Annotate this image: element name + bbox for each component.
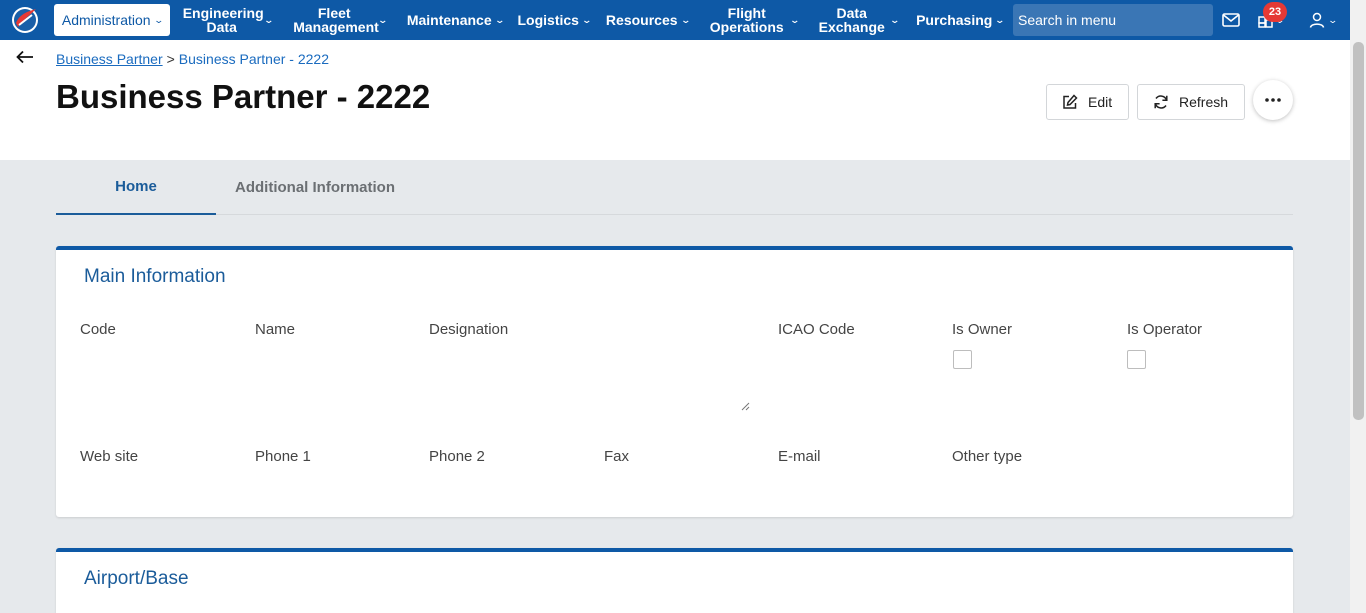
nav-purchasing[interactable]: Purchasing ⌄ xyxy=(915,0,1005,40)
nav-label: Engineering Data xyxy=(182,5,264,35)
field-label-icao-code: ICAO Code xyxy=(778,321,855,338)
user-icon[interactable]: ⌄ xyxy=(1306,8,1340,32)
back-arrow-icon[interactable] xyxy=(16,50,40,70)
more-options-icon[interactable] xyxy=(1253,80,1293,120)
field-label-other-type: Other type xyxy=(952,448,1023,465)
chevron-down-icon: ⌄ xyxy=(494,15,505,25)
chevron-down-icon: ⌄ xyxy=(789,15,800,25)
scrollbar-thumb[interactable] xyxy=(1353,42,1364,420)
page-title: Business Partner - 2222 xyxy=(56,78,431,115)
chevron-down-icon: ⌄ xyxy=(680,15,691,25)
edit-icon xyxy=(1063,94,1078,109)
nav-label: Resources xyxy=(605,12,678,28)
field-label-is-operator: Is Operator xyxy=(1127,321,1203,338)
chevron-down-icon: ⌄ xyxy=(377,15,389,25)
nav-label: Logistics xyxy=(517,12,579,28)
mail-icon[interactable] xyxy=(1219,8,1243,32)
field-label-name: Name xyxy=(255,321,296,338)
nav-label: Fleet Management xyxy=(293,5,379,35)
tab-bar: Home Additional Information xyxy=(56,160,1293,215)
page-header: Business Partner > Business Partner - 2222… xyxy=(0,40,1350,160)
chevron-down-icon: ⌄ xyxy=(1327,14,1339,25)
tab-additional-information[interactable]: Additional Information xyxy=(216,160,414,215)
search-placeholder: Search in menu xyxy=(1018,12,1117,28)
page-scrollbar[interactable] xyxy=(1350,0,1366,613)
card-title: Airport/Base xyxy=(84,568,189,589)
chevron-down-icon: ⌄ xyxy=(581,15,593,25)
nav-label: Administration xyxy=(61,12,151,28)
notification-count-badge: 23 xyxy=(1263,2,1287,22)
nav-label: Maintenance xyxy=(406,12,492,28)
nav-label: Data Exchange xyxy=(818,5,885,35)
nav-resources[interactable]: Resources ⌄ xyxy=(605,0,691,40)
airport-base-card: Airport/Base xyxy=(56,548,1293,613)
chevron-down-icon: ⌄ xyxy=(994,15,1006,25)
menu-search-input[interactable]: Search in menu xyxy=(1013,4,1213,36)
field-label-email: E-mail xyxy=(778,448,821,465)
field-label-phone-2: Phone 2 xyxy=(429,448,485,465)
breadcrumb-separator: > xyxy=(166,51,175,67)
breadcrumb: Business Partner > Business Partner - 2222 xyxy=(56,51,329,67)
field-label-web-site: Web site xyxy=(80,448,139,465)
breadcrumb-current: Business Partner - 2222 xyxy=(178,51,329,67)
nav-engineering-data[interactable]: Engineering Data ⌄ xyxy=(180,0,275,40)
refresh-button[interactable]: Refresh xyxy=(1137,84,1245,120)
nav-maintenance[interactable]: Maintenance ⌄ xyxy=(405,0,505,40)
nav-label: Flight Operations xyxy=(709,5,784,35)
designation-resize-handle-icon[interactable] xyxy=(740,398,750,411)
chevron-down-icon: ⌄ xyxy=(889,15,900,25)
refresh-button-label: Refresh xyxy=(1179,94,1229,110)
field-label-fax: Fax xyxy=(604,448,630,465)
nav-logistics[interactable]: Logistics ⌄ xyxy=(517,0,593,40)
top-navigation-bar: Administration ⌄ Engineering Data ⌄ Fleet … xyxy=(0,0,1350,40)
is-owner-checkbox[interactable] xyxy=(953,350,972,369)
edit-button[interactable]: Edit xyxy=(1046,84,1129,120)
nav-data-exchange[interactable]: Data Exchange ⌄ xyxy=(815,0,900,40)
chevron-down-icon: ⌄ xyxy=(153,15,164,25)
nav-administration[interactable]: Administration ⌄ xyxy=(54,4,170,36)
chevron-down-icon: ⌄ xyxy=(263,15,274,25)
app-logo-icon[interactable] xyxy=(10,5,40,35)
is-operator-checkbox[interactable] xyxy=(1127,350,1146,369)
field-label-phone-1: Phone 1 xyxy=(255,448,311,465)
nav-flight-operations[interactable]: Flight Operations ⌄ xyxy=(705,0,800,40)
nav-label: Purchasing xyxy=(916,12,993,28)
main-information-card: Main Information Code Name Designation I… xyxy=(56,246,1293,517)
nav-fleet-management[interactable]: Fleet Management ⌄ xyxy=(290,0,390,40)
refresh-icon xyxy=(1154,95,1168,109)
card-title: Main Information xyxy=(84,266,226,287)
field-label-is-owner: Is Owner xyxy=(952,321,1013,338)
breadcrumb-parent-link[interactable]: Business Partner xyxy=(56,51,163,67)
field-label-designation: Designation xyxy=(429,321,509,338)
field-label-code: Code xyxy=(80,321,116,338)
tab-home[interactable]: Home xyxy=(56,160,216,215)
edit-button-label: Edit xyxy=(1088,94,1113,110)
